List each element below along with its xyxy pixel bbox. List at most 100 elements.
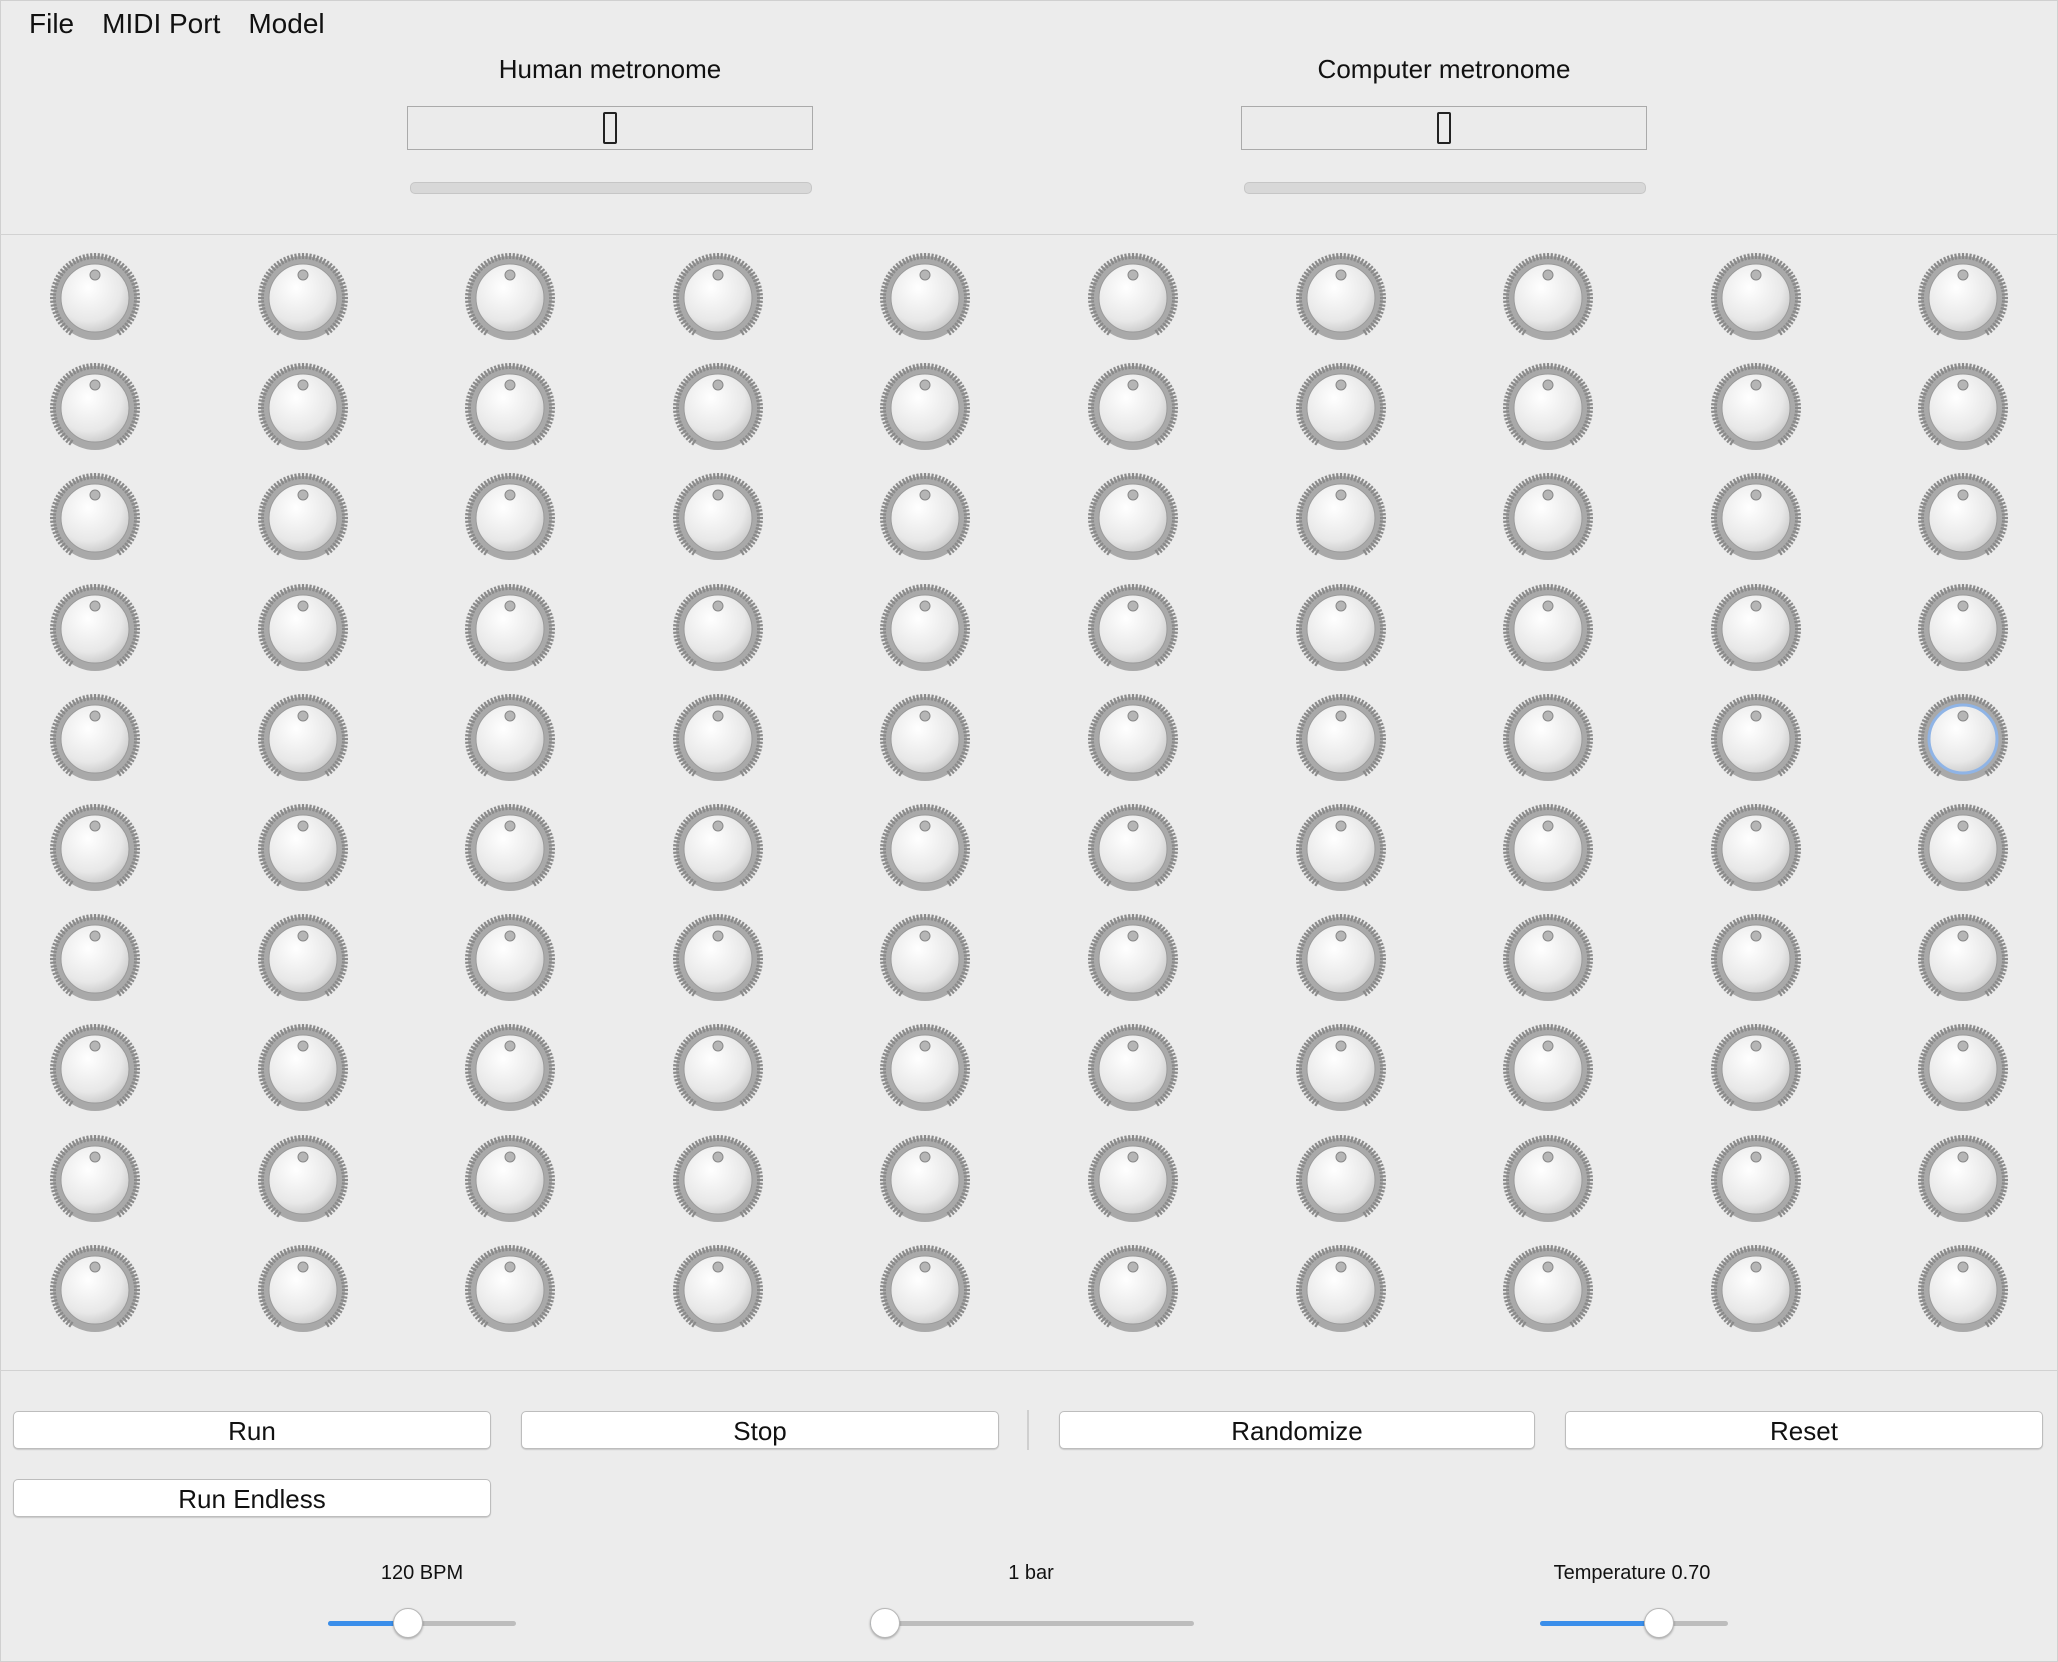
- knob[interactable]: [1708, 691, 1804, 787]
- knob[interactable]: [1708, 1132, 1804, 1228]
- knob[interactable]: [1708, 911, 1804, 1007]
- knob[interactable]: [1085, 360, 1181, 456]
- knob[interactable]: [670, 360, 766, 456]
- reset-button[interactable]: Reset: [1565, 1411, 2043, 1449]
- knob[interactable]: [1293, 1021, 1389, 1117]
- stop-button[interactable]: Stop: [521, 1411, 999, 1449]
- knob[interactable]: [1708, 581, 1804, 677]
- knob[interactable]: [1915, 1021, 2011, 1117]
- knob[interactable]: [670, 801, 766, 897]
- knob[interactable]: [47, 250, 143, 346]
- menu-midi-port[interactable]: MIDI Port: [102, 8, 220, 40]
- menu-model[interactable]: Model: [248, 8, 324, 40]
- knob[interactable]: [877, 911, 973, 1007]
- knob[interactable]: [1293, 250, 1389, 346]
- knob[interactable]: [47, 1021, 143, 1117]
- knob[interactable]: [462, 1132, 558, 1228]
- knob[interactable]: [47, 1132, 143, 1228]
- knob[interactable]: [1085, 1021, 1181, 1117]
- temperature-slider-thumb[interactable]: [1644, 1608, 1675, 1638]
- knob[interactable]: [255, 250, 351, 346]
- knob[interactable]: [462, 691, 558, 787]
- knob[interactable]: [670, 250, 766, 346]
- knob[interactable]: [1500, 250, 1596, 346]
- knob[interactable]: [877, 581, 973, 677]
- knob[interactable]: [255, 581, 351, 677]
- knob[interactable]: [670, 1132, 766, 1228]
- knob[interactable]: [1915, 1132, 2011, 1228]
- knob[interactable]: [1085, 250, 1181, 346]
- knob[interactable]: [1500, 911, 1596, 1007]
- knob[interactable]: [1293, 911, 1389, 1007]
- knob[interactable]: [1085, 911, 1181, 1007]
- knob[interactable]: [47, 911, 143, 1007]
- knob[interactable]: [462, 1021, 558, 1117]
- knob[interactable]: [1915, 250, 2011, 346]
- knob[interactable]: [462, 470, 558, 566]
- bars-slider-thumb[interactable]: [870, 1608, 900, 1638]
- knob[interactable]: [1085, 691, 1181, 787]
- knob[interactable]: [1500, 1021, 1596, 1117]
- knob[interactable]: [1915, 470, 2011, 566]
- knob[interactable]: [670, 470, 766, 566]
- knob[interactable]: [1708, 1021, 1804, 1117]
- knob[interactable]: [670, 691, 766, 787]
- knob[interactable]: [1085, 801, 1181, 897]
- knob[interactable]: [255, 691, 351, 787]
- knob[interactable]: [1915, 1242, 2011, 1338]
- knob[interactable]: [670, 1021, 766, 1117]
- knob[interactable]: [1293, 801, 1389, 897]
- knob[interactable]: [670, 581, 766, 677]
- knob[interactable]: [1915, 581, 2011, 677]
- knob[interactable]: [1500, 360, 1596, 456]
- knob[interactable]: [1085, 470, 1181, 566]
- knob[interactable]: [877, 801, 973, 897]
- knob[interactable]: [462, 581, 558, 677]
- knob[interactable]: [462, 360, 558, 456]
- knob[interactable]: [1500, 470, 1596, 566]
- knob[interactable]: [670, 911, 766, 1007]
- knob[interactable]: [47, 360, 143, 456]
- knob[interactable]: [255, 360, 351, 456]
- knob[interactable]: [1500, 581, 1596, 677]
- knob[interactable]: [670, 1242, 766, 1338]
- knob[interactable]: [1293, 691, 1389, 787]
- knob[interactable]: [462, 250, 558, 346]
- knob[interactable]: [47, 1242, 143, 1338]
- knob[interactable]: [1293, 470, 1389, 566]
- knob[interactable]: [255, 1132, 351, 1228]
- knob[interactable]: [877, 1242, 973, 1338]
- knob[interactable]: [877, 250, 973, 346]
- knob[interactable]: [462, 1242, 558, 1338]
- knob[interactable]: [255, 1242, 351, 1338]
- bpm-slider[interactable]: [328, 1608, 516, 1638]
- knob[interactable]: [1708, 250, 1804, 346]
- knob[interactable]: [1500, 691, 1596, 787]
- bpm-slider-thumb[interactable]: [392, 1608, 423, 1638]
- knob[interactable]: [1708, 360, 1804, 456]
- run-endless-button[interactable]: Run Endless: [13, 1479, 491, 1517]
- knob[interactable]: [1500, 1132, 1596, 1228]
- knob[interactable]: [877, 1132, 973, 1228]
- menu-file[interactable]: File: [29, 8, 74, 40]
- knob[interactable]: [1293, 1132, 1389, 1228]
- knob[interactable]: [1293, 581, 1389, 677]
- knob[interactable]: [1915, 911, 2011, 1007]
- knob[interactable]: [255, 1021, 351, 1117]
- knob[interactable]: [877, 691, 973, 787]
- knob[interactable]: [877, 470, 973, 566]
- knob[interactable]: [47, 470, 143, 566]
- knob[interactable]: [1500, 1242, 1596, 1338]
- knob[interactable]: [255, 801, 351, 897]
- knob[interactable]: [877, 1021, 973, 1117]
- temperature-slider[interactable]: [1540, 1608, 1728, 1638]
- bars-slider[interactable]: [870, 1608, 1194, 1638]
- knob[interactable]: [877, 360, 973, 456]
- knob[interactable]: [1085, 1242, 1181, 1338]
- knob[interactable]: [1708, 470, 1804, 566]
- knob[interactable]: [1708, 1242, 1804, 1338]
- knob[interactable]: [255, 911, 351, 1007]
- knob[interactable]: [1293, 360, 1389, 456]
- knob[interactable]: [47, 691, 143, 787]
- randomize-button[interactable]: Randomize: [1059, 1411, 1535, 1449]
